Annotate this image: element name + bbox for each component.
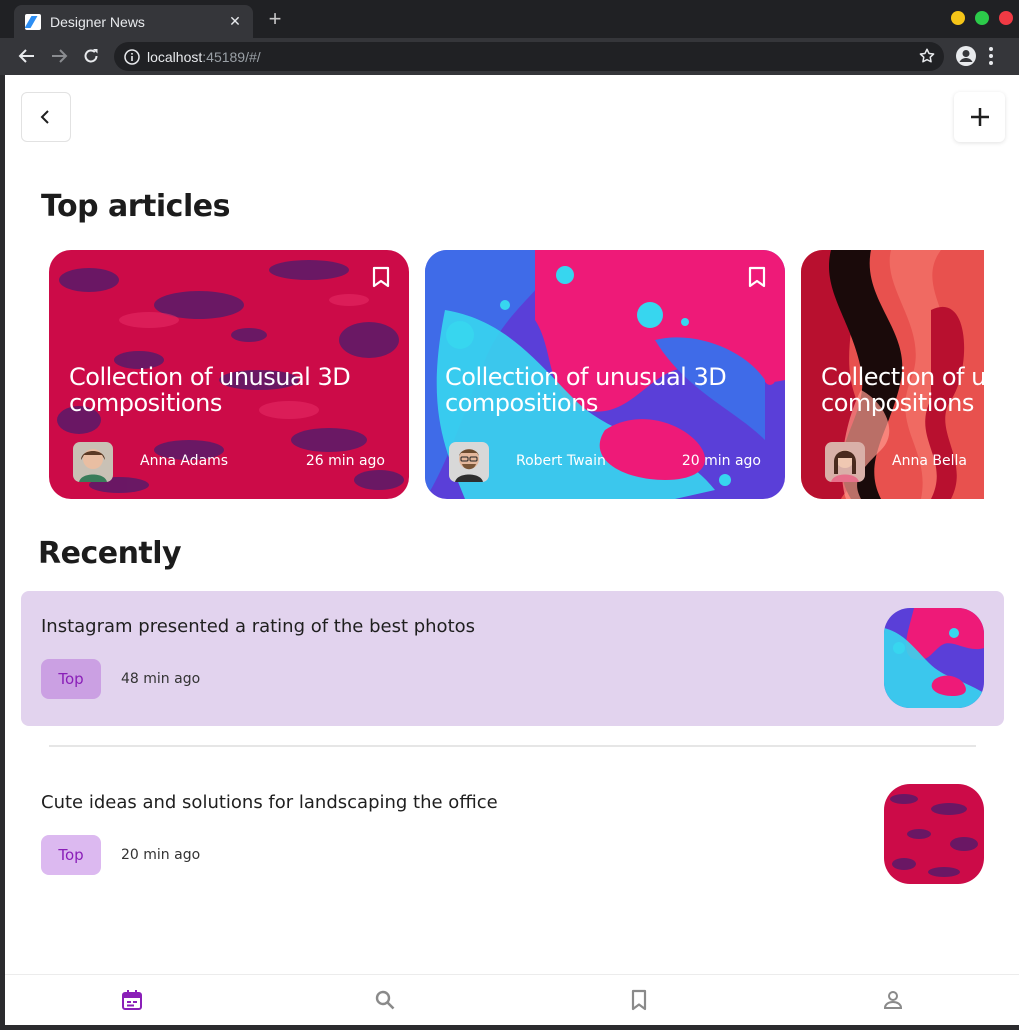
maximize-window-button[interactable] [975, 11, 989, 25]
list-item-title: Instagram presented a rating of the best… [41, 616, 476, 637]
minimize-window-button[interactable] [951, 11, 965, 25]
browser-tab[interactable]: Designer News ✕ [14, 5, 253, 38]
recently-title: Recently [38, 536, 182, 571]
chevron-left-icon [40, 110, 49, 124]
plus-icon [970, 108, 989, 126]
reload-icon[interactable] [80, 45, 102, 67]
url-path: :45189/#/ [202, 48, 261, 65]
author-avatar [825, 442, 865, 482]
list-item[interactable]: Cute ideas and solutions for landscaping… [21, 767, 1004, 902]
author-name: Anna Adams [140, 453, 229, 469]
top-tag[interactable]: Top [41, 659, 101, 699]
back-arrow-icon[interactable] [16, 45, 38, 67]
bookmark-outline-icon[interactable] [371, 266, 391, 288]
author-name: Anna Bella [892, 453, 967, 469]
bookmark-star-icon[interactable] [918, 47, 936, 70]
card-title: Collection of unusual 3D compositions [445, 363, 727, 417]
tab-title: Designer News [50, 13, 145, 30]
article-card[interactable]: Collection of unusual 3D compositions Ro… [425, 250, 785, 499]
author-avatar [449, 442, 489, 482]
list-item-thumbnail [884, 784, 984, 884]
browser-menu-icon[interactable] [988, 45, 994, 72]
list-divider [49, 745, 976, 747]
browser-tabstrip: Designer News ✕ + [0, 0, 1019, 38]
app-viewport: Top articles Collection of unusual 3D co… [5, 75, 1019, 1025]
close-tab-icon[interactable]: ✕ [225, 11, 245, 31]
close-window-button[interactable] [999, 11, 1013, 25]
bookmark-icon[interactable] [626, 987, 652, 1013]
browser-toolbar: localhost:45189/#/ [0, 38, 1019, 75]
site-info-icon[interactable] [124, 48, 140, 65]
author-name: Robert Twain [516, 453, 606, 469]
list-item-title: Cute ideas and solutions for landscaping… [41, 792, 498, 813]
back-button[interactable] [21, 92, 71, 142]
article-time: 20 min ago [681, 453, 761, 469]
add-button[interactable] [954, 92, 1005, 142]
new-tab-icon[interactable]: + [264, 8, 286, 30]
list-item[interactable]: Instagram presented a rating of the best… [21, 591, 1004, 726]
list-item-time: 20 min ago [121, 847, 201, 863]
forward-arrow-icon[interactable] [48, 45, 70, 67]
list-item-thumbnail [884, 608, 984, 708]
url-host: localhost [147, 48, 203, 65]
list-item-time: 48 min ago [121, 671, 201, 687]
address-bar[interactable]: localhost:45189/#/ [114, 42, 944, 71]
author-avatar [73, 442, 113, 482]
article-time: 26 min ago [305, 453, 385, 469]
search-icon[interactable] [372, 987, 398, 1013]
bottom-navigation [5, 974, 1019, 1025]
calendar-icon[interactable] [119, 987, 145, 1013]
profile-icon[interactable] [955, 45, 977, 72]
article-card[interactable]: Collection of unusual 3D compositions An… [49, 250, 409, 499]
top-articles-title: Top articles [41, 189, 230, 224]
top-articles-carousel[interactable]: Collection of unusual 3D compositions An… [49, 250, 984, 499]
top-tag[interactable]: Top [41, 835, 101, 875]
card-title: Collection of unusual 3D compositions [69, 363, 351, 417]
url-text: localhost:45189/#/ [147, 49, 261, 65]
article-card[interactable]: Collection of unusual 3D compositions An… [801, 250, 984, 499]
person-icon[interactable] [880, 987, 906, 1013]
flutter-favicon-icon [25, 13, 41, 30]
card-title: Collection of unusual 3D compositions [821, 363, 984, 417]
bookmark-outline-icon[interactable] [747, 266, 767, 288]
